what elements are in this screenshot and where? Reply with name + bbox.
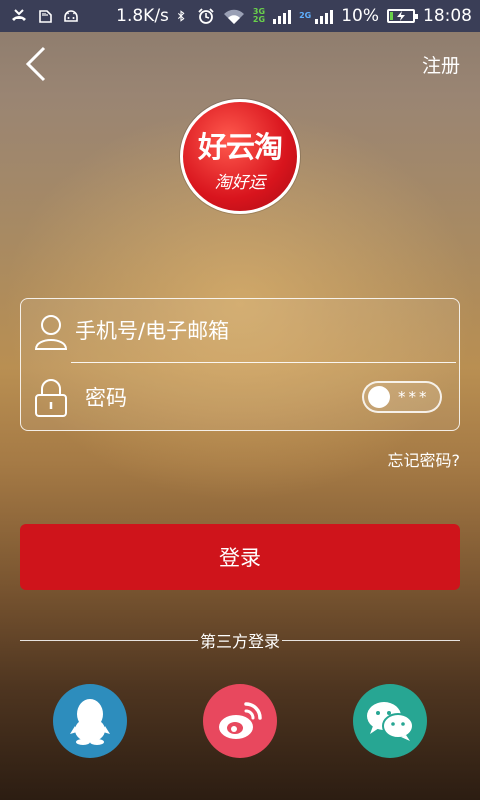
network-type-badge: 3G 2G — [253, 8, 265, 24]
qq-icon — [70, 699, 110, 745]
phone-email-input[interactable] — [75, 319, 459, 343]
toggle-knob — [368, 386, 390, 408]
logo-sub-text: 淘好运 — [214, 173, 266, 193]
login-form: *** — [20, 298, 460, 431]
battery-icon — [387, 9, 418, 23]
status-bar-right: 1.8K/s 3G 2G 2G 10% 18:08 — [116, 6, 472, 26]
user-icon — [34, 315, 68, 350]
chevron-left-icon — [25, 46, 46, 82]
login-button[interactable]: 登录 — [20, 524, 460, 590]
qq-login-button[interactable] — [53, 684, 127, 758]
wifi-icon — [223, 9, 244, 24]
network-type-second: 2G — [299, 11, 312, 20]
signal-icon — [273, 8, 292, 24]
status-bar: 1.8K/s 3G 2G 2G 10% 18:08 — [0, 0, 480, 32]
password-row: *** — [21, 365, 459, 431]
wechat-icon — [367, 702, 414, 741]
forgot-password-link[interactable]: 忘记密码? — [388, 447, 461, 471]
weibo-login-button[interactable] — [203, 684, 277, 758]
network-type-badge-2: 2G — [299, 12, 311, 20]
register-link[interactable]: 注册 — [422, 51, 460, 78]
bluetooth-icon — [177, 10, 185, 22]
toggle-dots: *** — [398, 388, 430, 406]
sd-card-icon — [39, 10, 52, 23]
divider-left — [20, 639, 198, 641]
form-divider — [71, 362, 456, 363]
status-bar-left — [10, 8, 80, 24]
alarm-icon — [198, 8, 214, 24]
back-button[interactable] — [20, 44, 54, 84]
divider-right — [282, 639, 461, 641]
lock-icon — [35, 379, 67, 417]
third-party-login-header: 第三方登录 — [20, 629, 461, 651]
password-visibility-toggle[interactable]: *** — [362, 381, 442, 413]
third-party-title: 第三方登录 — [200, 632, 281, 651]
logo-main-text: 好云淘 — [197, 130, 283, 164]
network-speed: 1.8K/s — [116, 6, 169, 26]
phone-row — [21, 299, 459, 363]
signal-icon-2 — [315, 8, 334, 24]
missed-call-icon — [12, 9, 26, 21]
wechat-login-button[interactable] — [353, 684, 427, 758]
android-icon — [64, 10, 78, 22]
app-logo: 好云淘 淘好运 — [180, 99, 300, 214]
battery-percent: 10% — [341, 6, 379, 26]
clock: 18:08 — [423, 6, 472, 26]
network-type-bottom: 2G — [252, 15, 266, 24]
weibo-icon — [219, 702, 262, 739]
